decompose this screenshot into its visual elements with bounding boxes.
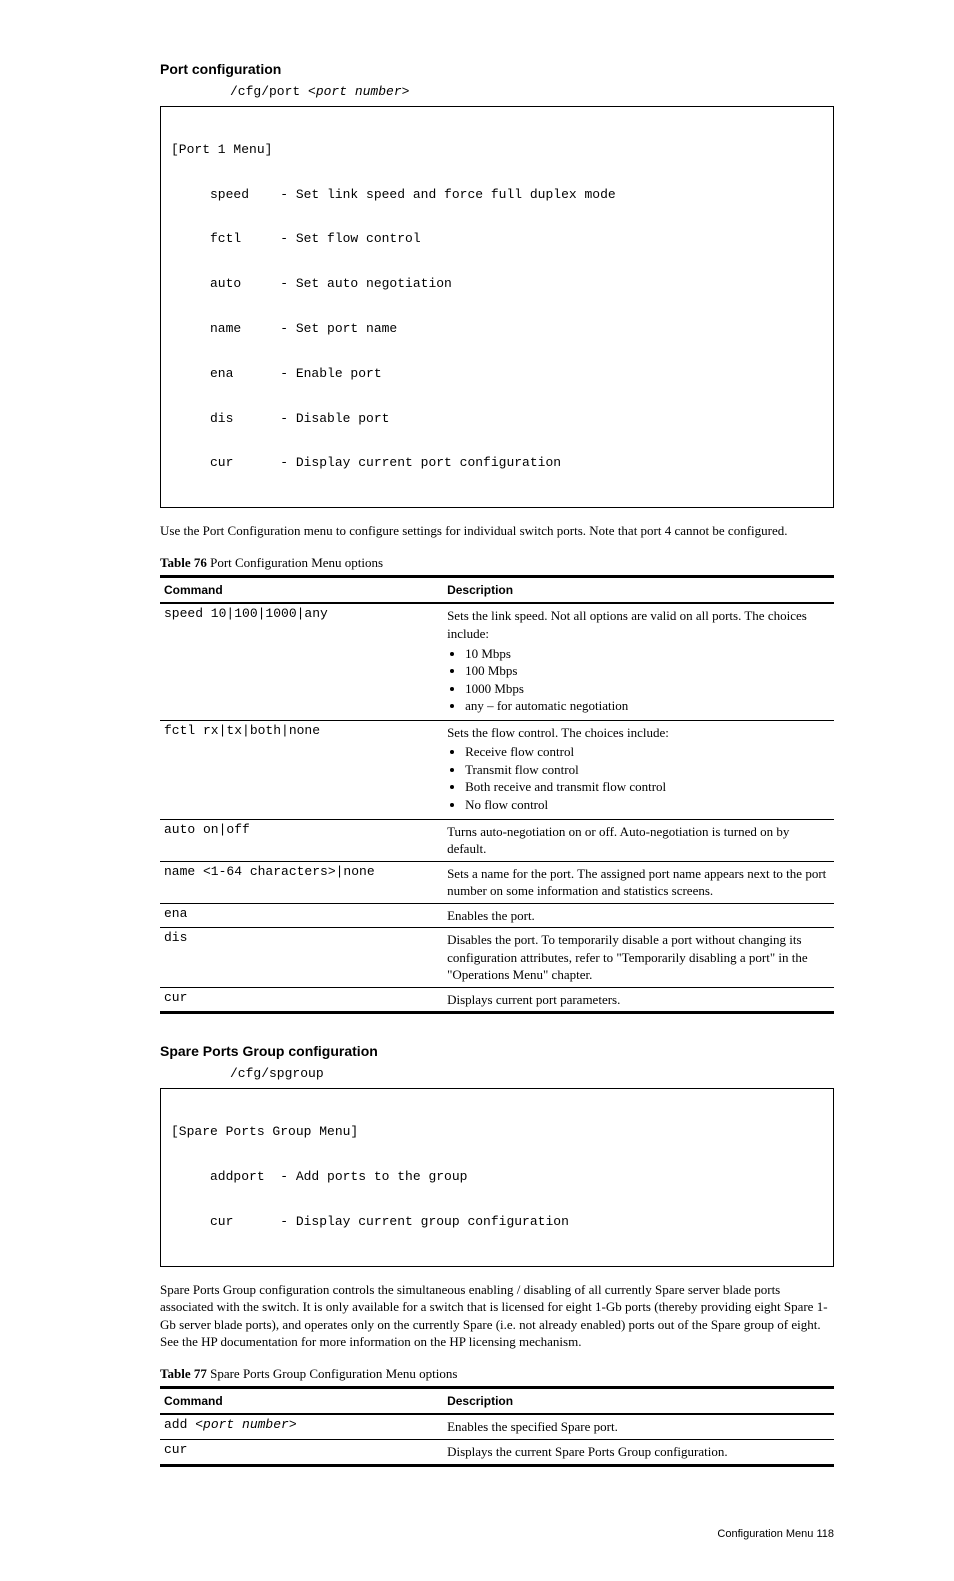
table-row: add <port number> Enables the specified … xyxy=(160,1414,834,1439)
desc-cell: Sets a name for the port. The assigned p… xyxy=(443,861,834,903)
menu-box-port: [Port 1 Menu] speed - Set link speed and… xyxy=(160,106,834,508)
desc-cell: Enables the specified Spare port. xyxy=(443,1414,834,1439)
cmd-italic: port number xyxy=(203,1417,289,1432)
cmd-cell: speed 10|100|1000|any xyxy=(160,603,443,720)
desc-cell: Displays the current Spare Ports Group c… xyxy=(443,1440,834,1466)
port-options-table: Command Description speed 10|100|1000|an… xyxy=(160,575,834,1014)
menu-line: name - Set port name xyxy=(171,322,823,337)
menu-line: cur - Display current port configuration xyxy=(171,456,823,471)
col-header-description: Description xyxy=(443,577,834,604)
footer-right: Configuration Menu 118 xyxy=(717,1528,834,1540)
cmd-cell: add <port number> xyxy=(160,1414,443,1439)
menu-line: cur - Display current group configuratio… xyxy=(171,1215,823,1230)
cmd-cell: auto on|off xyxy=(160,819,443,861)
desc-bullets: 10 Mbps 100 Mbps 1000 Mbps any – for aut… xyxy=(447,645,828,715)
table-row: auto on|off Turns auto-negotiation on or… xyxy=(160,819,834,861)
cmd-suffix: > xyxy=(402,84,410,99)
table-row: speed 10|100|1000|any Sets the link spee… xyxy=(160,603,834,720)
cmd-cell: ena xyxy=(160,903,443,928)
cmd-cell: name <1-64 characters>|none xyxy=(160,861,443,903)
list-item: No flow control xyxy=(465,796,828,814)
table-row: cur Displays current port parameters. xyxy=(160,987,834,1013)
list-item: 1000 Mbps xyxy=(465,680,828,698)
col-header-description: Description xyxy=(443,1388,834,1415)
list-item: 10 Mbps xyxy=(465,645,828,663)
menu-line: [Spare Ports Group Menu] xyxy=(171,1125,823,1140)
caption-text: Spare Ports Group Configuration Menu opt… xyxy=(210,1366,457,1381)
cmd-pre: add < xyxy=(164,1417,203,1432)
desc-cell: Sets the flow control. The choices inclu… xyxy=(443,720,834,819)
col-header-command: Command xyxy=(160,577,443,604)
menu-line: auto - Set auto negotiation xyxy=(171,277,823,292)
cmd-cell: fctl rx|tx|both|none xyxy=(160,720,443,819)
cmd-prefix: /cfg/port < xyxy=(230,84,316,99)
menu-line: dis - Disable port xyxy=(171,412,823,427)
desc-cell: Displays current port parameters. xyxy=(443,987,834,1013)
cmd-path-spgroup: /cfg/spgroup xyxy=(230,1067,834,1082)
menu-line: fctl - Set flow control xyxy=(171,232,823,247)
list-item: 100 Mbps xyxy=(465,662,828,680)
desc-main: Sets the flow control. The choices inclu… xyxy=(447,725,669,740)
table-row: dis Disables the port. To temporarily di… xyxy=(160,928,834,988)
desc-cell: Disables the port. To temporarily disabl… xyxy=(443,928,834,988)
table-caption-spgroup: Table 77 Spare Ports Group Configuration… xyxy=(160,1365,834,1383)
cmd-cell: cur xyxy=(160,1440,443,1466)
menu-box-spgroup: [Spare Ports Group Menu] addport - Add p… xyxy=(160,1088,834,1266)
desc-cell: Turns auto-negotiation on or off. Auto-n… xyxy=(443,819,834,861)
col-header-command: Command xyxy=(160,1388,443,1415)
menu-line: [Port 1 Menu] xyxy=(171,143,823,158)
list-item: Both receive and transmit flow control xyxy=(465,778,828,796)
cmd-path-port: /cfg/port <port number> xyxy=(230,85,834,100)
menu-line: ena - Enable port xyxy=(171,367,823,382)
spgroup-options-table: Command Description add <port number> En… xyxy=(160,1386,834,1466)
desc-bullets: Receive flow control Transmit flow contr… xyxy=(447,743,828,813)
list-item: Receive flow control xyxy=(465,743,828,761)
caption-text: Port Configuration Menu options xyxy=(210,555,383,570)
table-row: cur Displays the current Spare Ports Gro… xyxy=(160,1440,834,1466)
spgroup-config-section: Spare Ports Group configuration /cfg/spg… xyxy=(160,1042,834,1466)
section-title-port: Port configuration xyxy=(160,60,834,79)
menu-line: addport - Add ports to the group xyxy=(171,1170,823,1185)
page-footer: Configuration Menu 118 xyxy=(160,1527,834,1542)
section-title-spgroup: Spare Ports Group configuration xyxy=(160,1042,834,1061)
menu-line: speed - Set link speed and force full du… xyxy=(171,188,823,203)
table-row: ena Enables the port. xyxy=(160,903,834,928)
table-row: name <1-64 characters>|none Sets a name … xyxy=(160,861,834,903)
intro-spgroup: Spare Ports Group configuration controls… xyxy=(160,1281,834,1351)
list-item: any – for automatic negotiation xyxy=(465,697,828,715)
list-item: Transmit flow control xyxy=(465,761,828,779)
cmd-cell: cur xyxy=(160,987,443,1013)
desc-cell: Sets the link speed. Not all options are… xyxy=(443,603,834,720)
table-caption-port: Table 76 Port Configuration Menu options xyxy=(160,554,834,572)
cmd-placeholder: port number xyxy=(316,84,402,99)
cmd-cell: dis xyxy=(160,928,443,988)
cmd-post: > xyxy=(289,1417,297,1432)
intro-port: Use the Port Configuration menu to confi… xyxy=(160,522,834,540)
caption-prefix: Table 77 xyxy=(160,1366,210,1381)
caption-prefix: Table 76 xyxy=(160,555,210,570)
desc-cell: Enables the port. xyxy=(443,903,834,928)
desc-main: Sets the link speed. Not all options are… xyxy=(447,608,807,641)
port-config-section: Port configuration /cfg/port <port numbe… xyxy=(160,60,834,1014)
table-row: fctl rx|tx|both|none Sets the flow contr… xyxy=(160,720,834,819)
